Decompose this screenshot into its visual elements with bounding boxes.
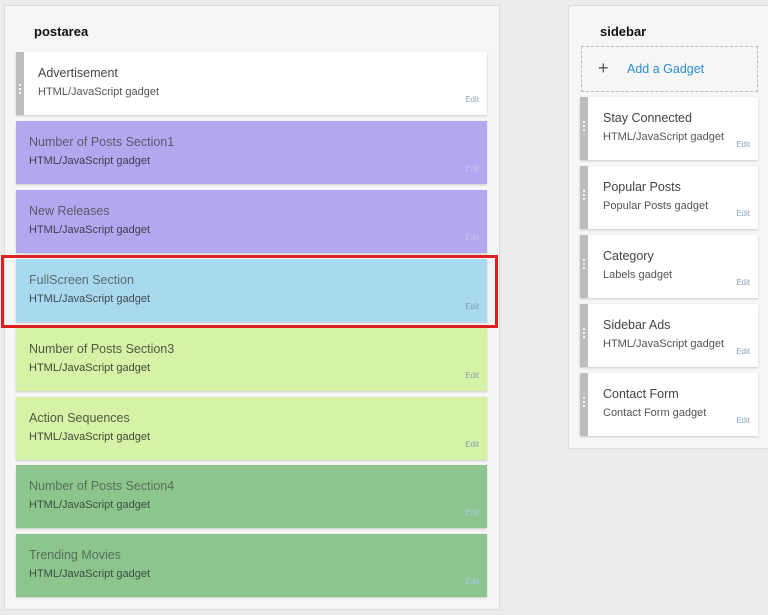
edit-link[interactable]: Edit — [465, 440, 479, 449]
add-gadget-label: Add a Gadget — [627, 62, 705, 76]
gadget-type: Contact Form gadget — [603, 407, 707, 419]
gadget-type: HTML/JavaScript gadget — [29, 568, 151, 580]
edit-link[interactable]: Edit — [465, 371, 479, 380]
gadget-title: Stay Connected — [603, 111, 692, 125]
gadget-type: Labels gadget — [603, 269, 673, 281]
gadget-title: Number of Posts Section1 — [29, 135, 175, 149]
gadget-action-sequences[interactable]: Action Sequences HTML/JavaScript gadget … — [16, 397, 487, 460]
gadget-title: Contact Form — [603, 387, 679, 401]
edit-link[interactable]: Edit — [465, 302, 479, 311]
edit-link[interactable]: Edit — [465, 95, 479, 104]
gadget-type: HTML/JavaScript gadget — [29, 224, 151, 236]
drag-handle[interactable] — [580, 97, 588, 160]
gadget-type: HTML/JavaScript gadget — [603, 338, 725, 350]
gadget-type: HTML/JavaScript gadget — [29, 431, 151, 443]
gadget-trending-movies[interactable]: Trending Movies HTML/JavaScript gadget E… — [16, 534, 487, 597]
gadget-title: Trending Movies — [29, 548, 121, 562]
postarea-section: postarea Advertisement HTML/JavaScript g… — [4, 5, 500, 610]
gadget-title: Number of Posts Section3 — [29, 342, 175, 356]
edit-link[interactable]: Edit — [465, 233, 479, 242]
gadget-type: Popular Posts gadget — [603, 200, 709, 212]
gadget-title: Sidebar Ads — [603, 318, 671, 332]
gadget-stay-connected[interactable]: Stay Connected HTML/JavaScript gadget Ed… — [580, 97, 758, 160]
sidebar-title: sidebar — [600, 24, 647, 39]
gadget-title: Advertisement — [38, 66, 118, 80]
gadget-number-of-posts-section1[interactable]: Number of Posts Section1 HTML/JavaScript… — [16, 121, 487, 184]
gadget-title: Category — [603, 249, 654, 263]
drag-handle[interactable] — [16, 52, 24, 115]
gadget-type: HTML/JavaScript gadget — [29, 362, 151, 374]
edit-link[interactable]: Edit — [465, 508, 479, 517]
gadget-title: Action Sequences — [29, 411, 130, 425]
drag-handle[interactable] — [580, 235, 588, 298]
plus-icon: + — [598, 58, 609, 78]
edit-link[interactable]: Edit — [465, 164, 479, 173]
drag-handle[interactable] — [580, 166, 588, 229]
gadget-type: HTML/JavaScript gadget — [29, 155, 151, 167]
gadget-type: HTML/JavaScript gadget — [603, 131, 725, 143]
edit-link[interactable]: Edit — [736, 140, 750, 149]
gadget-type: HTML/JavaScript gadget — [38, 86, 160, 98]
drag-handle[interactable] — [580, 373, 588, 436]
gadget-fullscreen-section[interactable]: FullScreen Section HTML/JavaScript gadge… — [16, 259, 487, 322]
drag-handle[interactable] — [580, 304, 588, 367]
gadget-contact-form[interactable]: Contact Form Contact Form gadget Edit — [580, 373, 758, 436]
gadget-category[interactable]: Category Labels gadget Edit — [580, 235, 758, 298]
gadget-type: HTML/JavaScript gadget — [29, 499, 151, 511]
sidebar-section: sidebar + Add a Gadget Stay Connected HT… — [568, 5, 768, 449]
postarea-title: postarea — [34, 24, 89, 39]
gadget-advertisement[interactable]: Advertisement HTML/JavaScript gadget Edi… — [16, 52, 487, 115]
gadget-title: FullScreen Section — [29, 273, 134, 287]
edit-link[interactable]: Edit — [465, 577, 479, 586]
add-gadget-button[interactable]: + Add a Gadget — [581, 46, 758, 92]
edit-link[interactable]: Edit — [736, 347, 750, 356]
edit-link[interactable]: Edit — [736, 278, 750, 287]
gadget-number-of-posts-section3[interactable]: Number of Posts Section3 HTML/JavaScript… — [16, 328, 487, 391]
gadget-title: Number of Posts Section4 — [29, 479, 175, 493]
gadget-number-of-posts-section4[interactable]: Number of Posts Section4 HTML/JavaScript… — [16, 465, 487, 528]
gadget-new-releases[interactable]: New Releases HTML/JavaScript gadget Edit — [16, 190, 487, 253]
gadget-title: Popular Posts — [603, 180, 681, 194]
edit-link[interactable]: Edit — [736, 416, 750, 425]
gadget-title: New Releases — [29, 204, 110, 218]
edit-link[interactable]: Edit — [736, 209, 750, 218]
gadget-popular-posts[interactable]: Popular Posts Popular Posts gadget Edit — [580, 166, 758, 229]
gadget-sidebar-ads[interactable]: Sidebar Ads HTML/JavaScript gadget Edit — [580, 304, 758, 367]
gadget-type: HTML/JavaScript gadget — [29, 293, 151, 305]
